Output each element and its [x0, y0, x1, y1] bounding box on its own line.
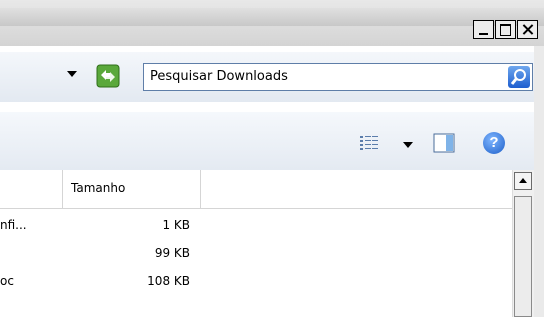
file-size: 108 KB: [147, 274, 190, 288]
search-icon[interactable]: [508, 66, 530, 88]
list-item[interactable]: nfi... 1 KB: [0, 210, 512, 238]
window-border: [534, 46, 544, 317]
file-size: 99 KB: [154, 246, 190, 260]
views-dropdown[interactable]: [403, 142, 413, 148]
address-history-dropdown[interactable]: [67, 71, 77, 77]
file-name: oc: [0, 274, 14, 288]
close-button[interactable]: [517, 20, 538, 39]
help-icon[interactable]: ?: [483, 132, 505, 154]
file-size: 1 KB: [162, 218, 190, 232]
column-header-size[interactable]: Tamanho: [71, 181, 125, 195]
address-bar: Pesquisar Downloads: [0, 52, 544, 102]
maximize-button[interactable]: [495, 20, 516, 39]
title-bar: [0, 0, 544, 46]
window-controls: [472, 20, 538, 39]
title-bar-edge: [0, 8, 544, 26]
column-divider[interactable]: [62, 170, 63, 208]
command-bar: ?: [0, 112, 544, 171]
minimize-button[interactable]: [473, 20, 494, 39]
search-input[interactable]: Pesquisar Downloads: [143, 63, 533, 91]
scroll-up-button[interactable]: [514, 172, 532, 190]
column-divider[interactable]: [200, 170, 201, 208]
preview-pane-icon[interactable]: [433, 133, 455, 153]
file-name: nfi...: [0, 218, 27, 232]
column-header: Tamanho: [0, 170, 512, 209]
list-item[interactable]: oc 108 KB: [0, 266, 512, 294]
views-icon[interactable]: [360, 135, 378, 151]
search-placeholder: Pesquisar Downloads: [150, 69, 288, 84]
vertical-scrollbar[interactable]: [512, 170, 535, 317]
file-list: nfi... 1 KB 99 KB oc 108 KB: [0, 210, 512, 294]
scroll-thumb[interactable]: [514, 196, 532, 317]
refresh-icon[interactable]: [96, 64, 120, 88]
list-item[interactable]: 99 KB: [0, 238, 512, 266]
